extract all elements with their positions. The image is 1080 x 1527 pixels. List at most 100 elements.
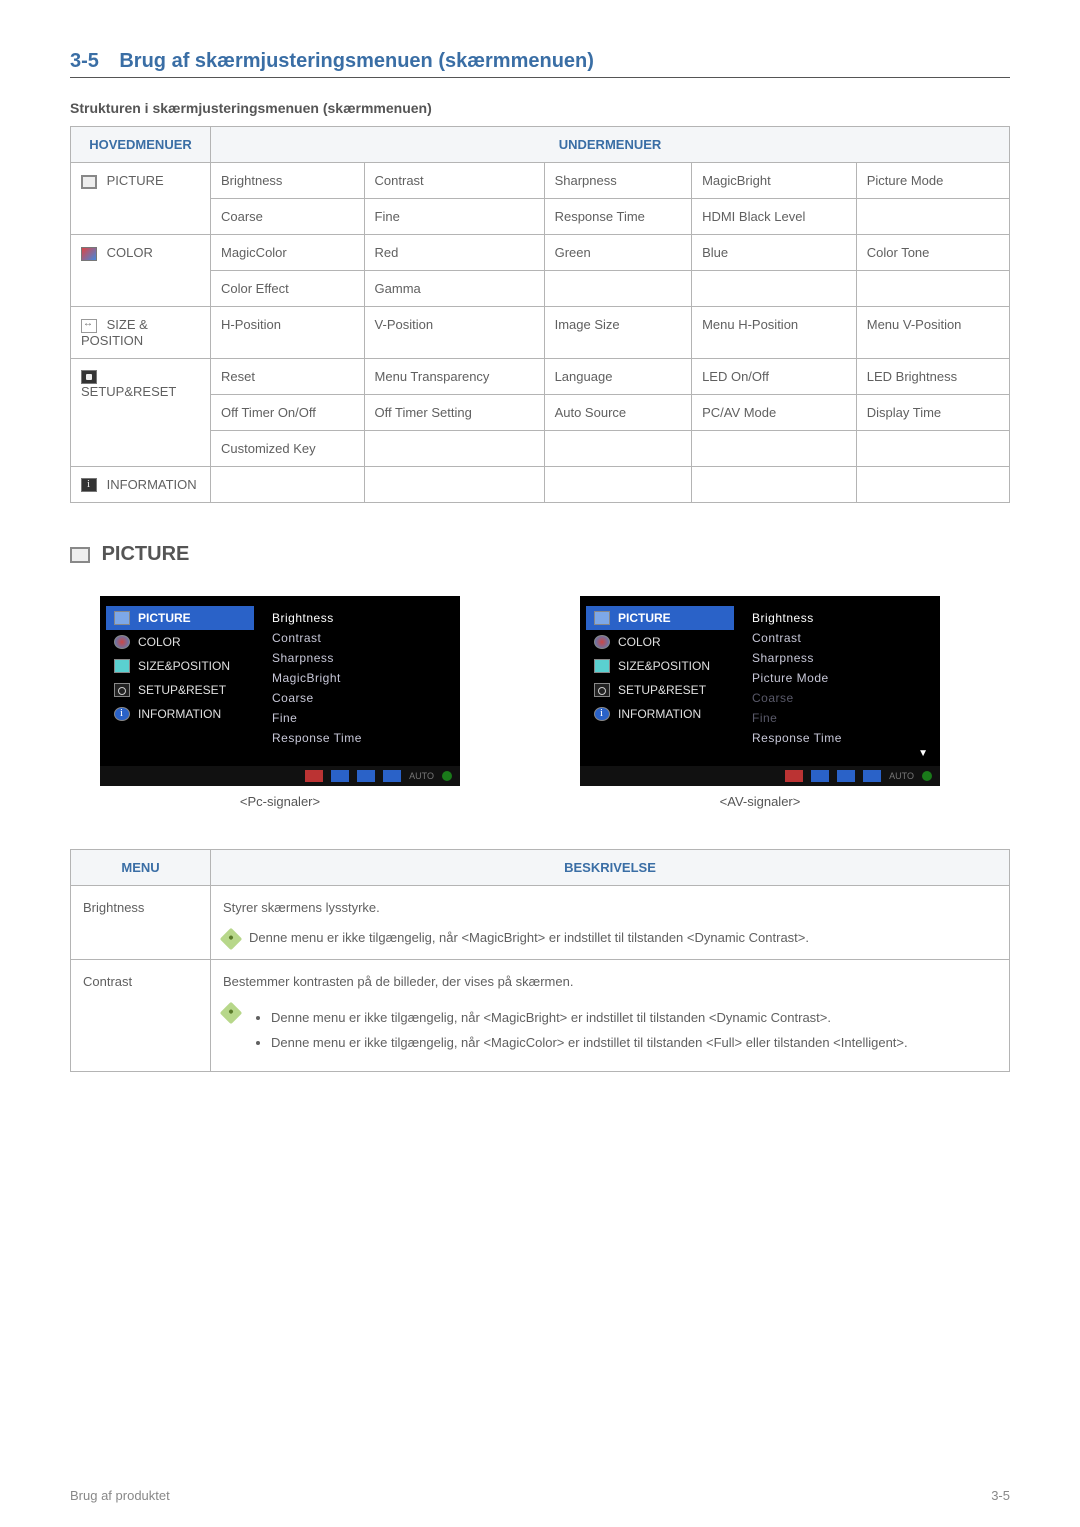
cell: Gamma bbox=[364, 271, 544, 307]
osd-item-picture: PICTURE bbox=[586, 606, 734, 630]
cell: MagicBright bbox=[692, 163, 857, 199]
cell bbox=[692, 271, 857, 307]
menu-structure-table: HOVEDMENUER UNDERMENUER PICTURE Brightne… bbox=[70, 126, 1010, 503]
cell: Display Time bbox=[856, 394, 1009, 430]
cell: Fine bbox=[364, 199, 544, 235]
cell: Reset bbox=[211, 358, 365, 394]
cell: Green bbox=[544, 235, 691, 271]
osd-pc: PICTURE COLOR SIZE&POSITION SETUP&RESET … bbox=[100, 596, 460, 786]
cell: HDMI Black Level bbox=[692, 199, 857, 235]
osd-pc-block: PICTURE COLOR SIZE&POSITION SETUP&RESET … bbox=[100, 596, 460, 809]
mainmenu-setup: SETUP&RESET bbox=[71, 358, 211, 466]
color-icon bbox=[81, 247, 97, 261]
cell: Coarse bbox=[211, 199, 365, 235]
desc-text: Styrer skærmens lysstyrke. bbox=[223, 898, 997, 918]
size-icon bbox=[81, 319, 97, 333]
osd-option: Fine bbox=[272, 708, 448, 728]
picture-icon bbox=[81, 175, 97, 189]
osd-av-block: PICTURE COLOR SIZE&POSITION SETUP&RESET … bbox=[580, 596, 940, 809]
osd-item-info: INFORMATION bbox=[586, 702, 734, 726]
page-footer: Brug af produktet 3-5 bbox=[70, 1488, 1010, 1503]
enter-icon bbox=[383, 770, 401, 782]
osd-option: MagicBright bbox=[272, 668, 448, 688]
cell: V-Position bbox=[364, 307, 544, 359]
picture-icon bbox=[114, 611, 130, 625]
osd-pc-leftnav: PICTURE COLOR SIZE&POSITION SETUP&RESET … bbox=[100, 596, 260, 786]
cell: Color Tone bbox=[856, 235, 1009, 271]
osd-av-options: Brightness Contrast Sharpness Picture Mo… bbox=[740, 596, 940, 786]
size-icon bbox=[594, 659, 610, 673]
cell: Customized Key bbox=[211, 430, 365, 466]
close-icon bbox=[305, 770, 323, 782]
power-icon bbox=[442, 771, 452, 781]
cell: Response Time bbox=[544, 199, 691, 235]
note-block: Denne menu er ikke tilgængelig, når <Mag… bbox=[223, 1002, 997, 1059]
cell bbox=[692, 466, 857, 503]
osd-item-setup: SETUP&RESET bbox=[106, 678, 254, 702]
cell bbox=[856, 430, 1009, 466]
osd-option: Coarse bbox=[272, 688, 448, 708]
mainmenu-color: COLOR bbox=[71, 235, 211, 307]
osd-item-label: COLOR bbox=[138, 635, 181, 649]
menu-name-brightness: Brightness bbox=[71, 886, 211, 960]
osd-option: Contrast bbox=[752, 628, 928, 648]
footer-left: Brug af produktet bbox=[70, 1488, 170, 1503]
cell: Auto Source bbox=[544, 394, 691, 430]
info-icon bbox=[114, 707, 130, 721]
desc-contrast: Bestemmer kontrasten på de billeder, der… bbox=[211, 960, 1010, 1072]
cell bbox=[856, 199, 1009, 235]
osd-navbar: AUTO bbox=[100, 766, 460, 786]
cell: LED Brightness bbox=[856, 358, 1009, 394]
enter-icon bbox=[863, 770, 881, 782]
osd-item-label: SETUP&RESET bbox=[138, 683, 226, 697]
osd-navbar: AUTO bbox=[580, 766, 940, 786]
color-label: COLOR bbox=[107, 245, 153, 260]
section-number: 3-5 bbox=[70, 50, 99, 73]
setup-icon bbox=[114, 683, 130, 697]
osd-option-dimmed: Fine bbox=[752, 708, 928, 728]
info-label: INFORMATION bbox=[107, 477, 197, 492]
osd-av-caption: <AV-signaler> bbox=[580, 794, 940, 809]
cell: Color Effect bbox=[211, 271, 365, 307]
note-bullet: Denne menu er ikke tilgængelig, når <Mag… bbox=[271, 1008, 908, 1028]
picture-section-heading: PICTURE bbox=[70, 543, 1010, 566]
cell bbox=[544, 271, 691, 307]
osd-item-color: COLOR bbox=[586, 630, 734, 654]
cell: Image Size bbox=[544, 307, 691, 359]
note-icon bbox=[220, 927, 243, 950]
osd-option: Response Time bbox=[272, 728, 448, 748]
cell: Red bbox=[364, 235, 544, 271]
subheading: Strukturen i skærmjusteringsmenuen (skær… bbox=[70, 100, 1010, 116]
cell: PC/AV Mode bbox=[692, 394, 857, 430]
osd-item-label: SETUP&RESET bbox=[618, 683, 706, 697]
th-submenus: UNDERMENUER bbox=[211, 127, 1010, 163]
osd-item-label: SIZE&POSITION bbox=[618, 659, 710, 673]
osd-item-label: PICTURE bbox=[618, 611, 671, 625]
osd-option: Picture Mode bbox=[752, 668, 928, 688]
cell bbox=[364, 430, 544, 466]
osd-option: Contrast bbox=[272, 628, 448, 648]
picture-heading-text: PICTURE bbox=[102, 543, 190, 565]
down-icon bbox=[811, 770, 829, 782]
osd-item-label: PICTURE bbox=[138, 611, 191, 625]
cell: Menu V-Position bbox=[856, 307, 1009, 359]
th-mainmenus: HOVEDMENUER bbox=[71, 127, 211, 163]
auto-label: AUTO bbox=[889, 771, 914, 781]
osd-screenshots-row: PICTURE COLOR SIZE&POSITION SETUP&RESET … bbox=[70, 596, 1010, 809]
osd-option: Brightness bbox=[272, 608, 448, 628]
mainmenu-size: SIZE & POSITION bbox=[71, 307, 211, 359]
osd-option: Brightness bbox=[752, 608, 928, 628]
mainmenu-picture: PICTURE bbox=[71, 163, 211, 235]
cell bbox=[544, 430, 691, 466]
info-icon bbox=[81, 478, 97, 492]
setup-icon bbox=[594, 683, 610, 697]
cell bbox=[544, 466, 691, 503]
osd-option: Sharpness bbox=[272, 648, 448, 668]
osd-item-label: INFORMATION bbox=[138, 707, 221, 721]
osd-pc-caption: <Pc-signaler> bbox=[100, 794, 460, 809]
cell: Blue bbox=[692, 235, 857, 271]
osd-item-setup: SETUP&RESET bbox=[586, 678, 734, 702]
section-title: Brug af skærmjusteringsmenuen (skærmmenu… bbox=[119, 50, 594, 73]
mainmenu-info: INFORMATION bbox=[71, 466, 211, 503]
osd-item-picture: PICTURE bbox=[106, 606, 254, 630]
